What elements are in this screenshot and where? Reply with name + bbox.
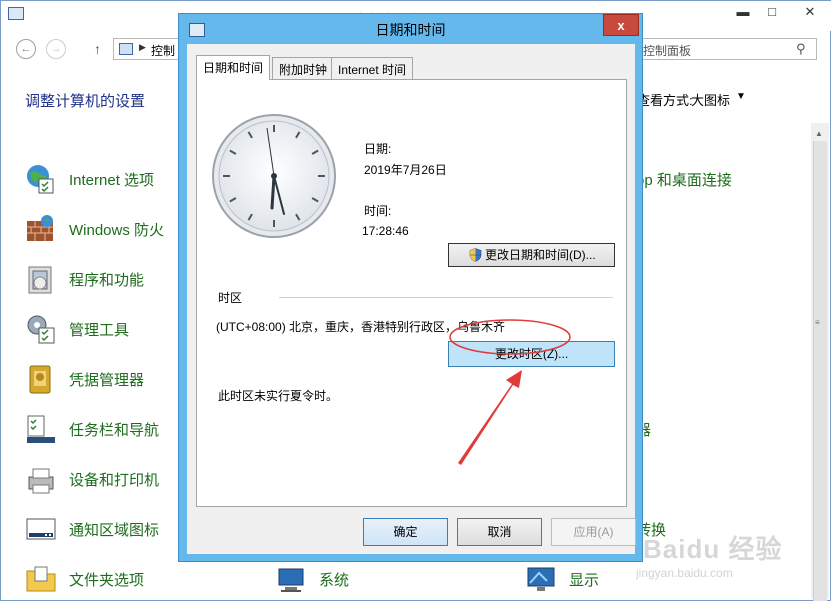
time-value: 17:28:46 [362, 224, 409, 238]
control-panel-app-icon [8, 7, 24, 20]
control-panel-icon [119, 43, 133, 55]
dialog-title: 日期和时间 [375, 22, 446, 38]
view-by-dropdown[interactable]: 大图标 [691, 90, 730, 109]
taskbar-icon [27, 415, 55, 443]
tab-panel: 日期: 2019年7月26日 时间: 17:28:46 更改日期和时间(D)..… [196, 79, 627, 507]
search-placeholder: 控制面板 [643, 44, 692, 58]
address-text: 控制 [151, 44, 176, 58]
item-label: 文件夹选项 [69, 572, 145, 589]
hour-hand [270, 174, 276, 210]
shield-icon [469, 248, 482, 262]
timezone-divider [279, 297, 613, 298]
scroll-up-icon[interactable]: ▲ [815, 129, 823, 138]
maximize-button[interactable]: □ [757, 1, 787, 23]
date-value: 2019年7月26日 [364, 163, 447, 177]
date-label: 日期: [364, 142, 392, 156]
item-windows-firewall[interactable]: Windows 防火 [25, 211, 181, 247]
page-title: 调整计算机的设置 [25, 93, 146, 110]
scrollbar-thumb[interactable] [813, 141, 827, 601]
item-label: Internet 选项 [69, 172, 155, 189]
item-label: 凭据管理器 [69, 372, 145, 389]
display-icon [527, 567, 555, 591]
scroll-grip-icon: ≡ [815, 318, 820, 327]
time-label: 时间: [364, 204, 392, 218]
item-label: 任务栏和导航 [69, 422, 160, 439]
dialog-close-button[interactable]: x [603, 14, 639, 36]
dst-note: 此时区未实行夏令时。 [218, 389, 339, 403]
change-date-time-label: 更改日期和时间(D)... [485, 248, 596, 262]
vertical-scrollbar[interactable]: ▲ ≡ [811, 123, 829, 601]
change-timezone-button[interactable]: 更改时区(Z)... [448, 341, 615, 367]
date-time-dialog: 日期和时间 x 日期和时间 附加时钟 Internet 时间 日期: 2019年… [178, 13, 643, 562]
internet-options-icon [27, 165, 54, 194]
item-folder-options[interactable]: 文件夹选项 [25, 561, 225, 597]
system-icon [278, 568, 304, 592]
item-label: Windows 防火 [69, 222, 165, 239]
chevron-right-icon[interactable]: ▶ [139, 42, 146, 53]
item-label: 通知区域图标 [69, 522, 160, 539]
back-button[interactable]: ← [16, 39, 36, 59]
firewall-icon [27, 215, 53, 241]
tab-internet-time[interactable]: Internet 时间 [331, 57, 414, 79]
admin-tools-icon [27, 315, 55, 344]
ok-button[interactable]: 确定 [363, 518, 448, 546]
item-label: 系统 [319, 572, 350, 589]
search-icon[interactable]: ⚲ [796, 41, 806, 57]
folder-icon [26, 566, 56, 592]
item-label: 显示 [569, 572, 600, 589]
up-button[interactable]: ↑ [94, 41, 101, 57]
close-button[interactable]: ✕ [790, 1, 830, 23]
change-date-time-button[interactable]: 更改日期和时间(D)... [448, 243, 615, 267]
timezone-label: 时区 [218, 291, 243, 305]
address-bar[interactable]: ▶ 控制 [113, 38, 185, 60]
item-label: 设备和打印机 [69, 472, 160, 489]
cancel-button[interactable]: 取消 [457, 518, 542, 546]
search-input[interactable]: 控制面板 ⚲ [637, 38, 817, 60]
dialog-body: 日期和时间 附加时钟 Internet 时间 日期: 2019年7月26日 时间… [187, 44, 636, 554]
item-remote-desktop-label[interactable]: op 和桌面连接 [636, 169, 732, 190]
forward-button[interactable]: → [46, 39, 66, 59]
notification-icon [26, 518, 56, 540]
programs-icon [28, 266, 52, 294]
printer-icon [28, 468, 54, 494]
apply-button[interactable]: 应用(A) [551, 518, 636, 546]
analog-clock [212, 114, 336, 238]
credential-manager-icon [29, 365, 51, 394]
chevron-down-icon[interactable]: ▼ [736, 91, 746, 102]
minimize-button[interactable]: ▬ [728, 1, 758, 23]
watermark-logo: Baidu 经验 [643, 534, 783, 564]
timezone-value: (UTC+08:00) 北京，重庆，香港特别行政区，乌鲁木齐 [216, 320, 506, 334]
tab-date-time[interactable]: 日期和时间 [196, 55, 271, 80]
item-system[interactable]: 系统 [275, 561, 415, 597]
watermark-url: jingyan.baidu.com [636, 566, 733, 580]
tab-additional-clocks[interactable]: 附加时钟 [272, 57, 335, 79]
item-label: 管理工具 [69, 322, 130, 339]
view-by-label: 查看方式: [637, 93, 693, 108]
item-label: 程序和功能 [69, 272, 145, 289]
